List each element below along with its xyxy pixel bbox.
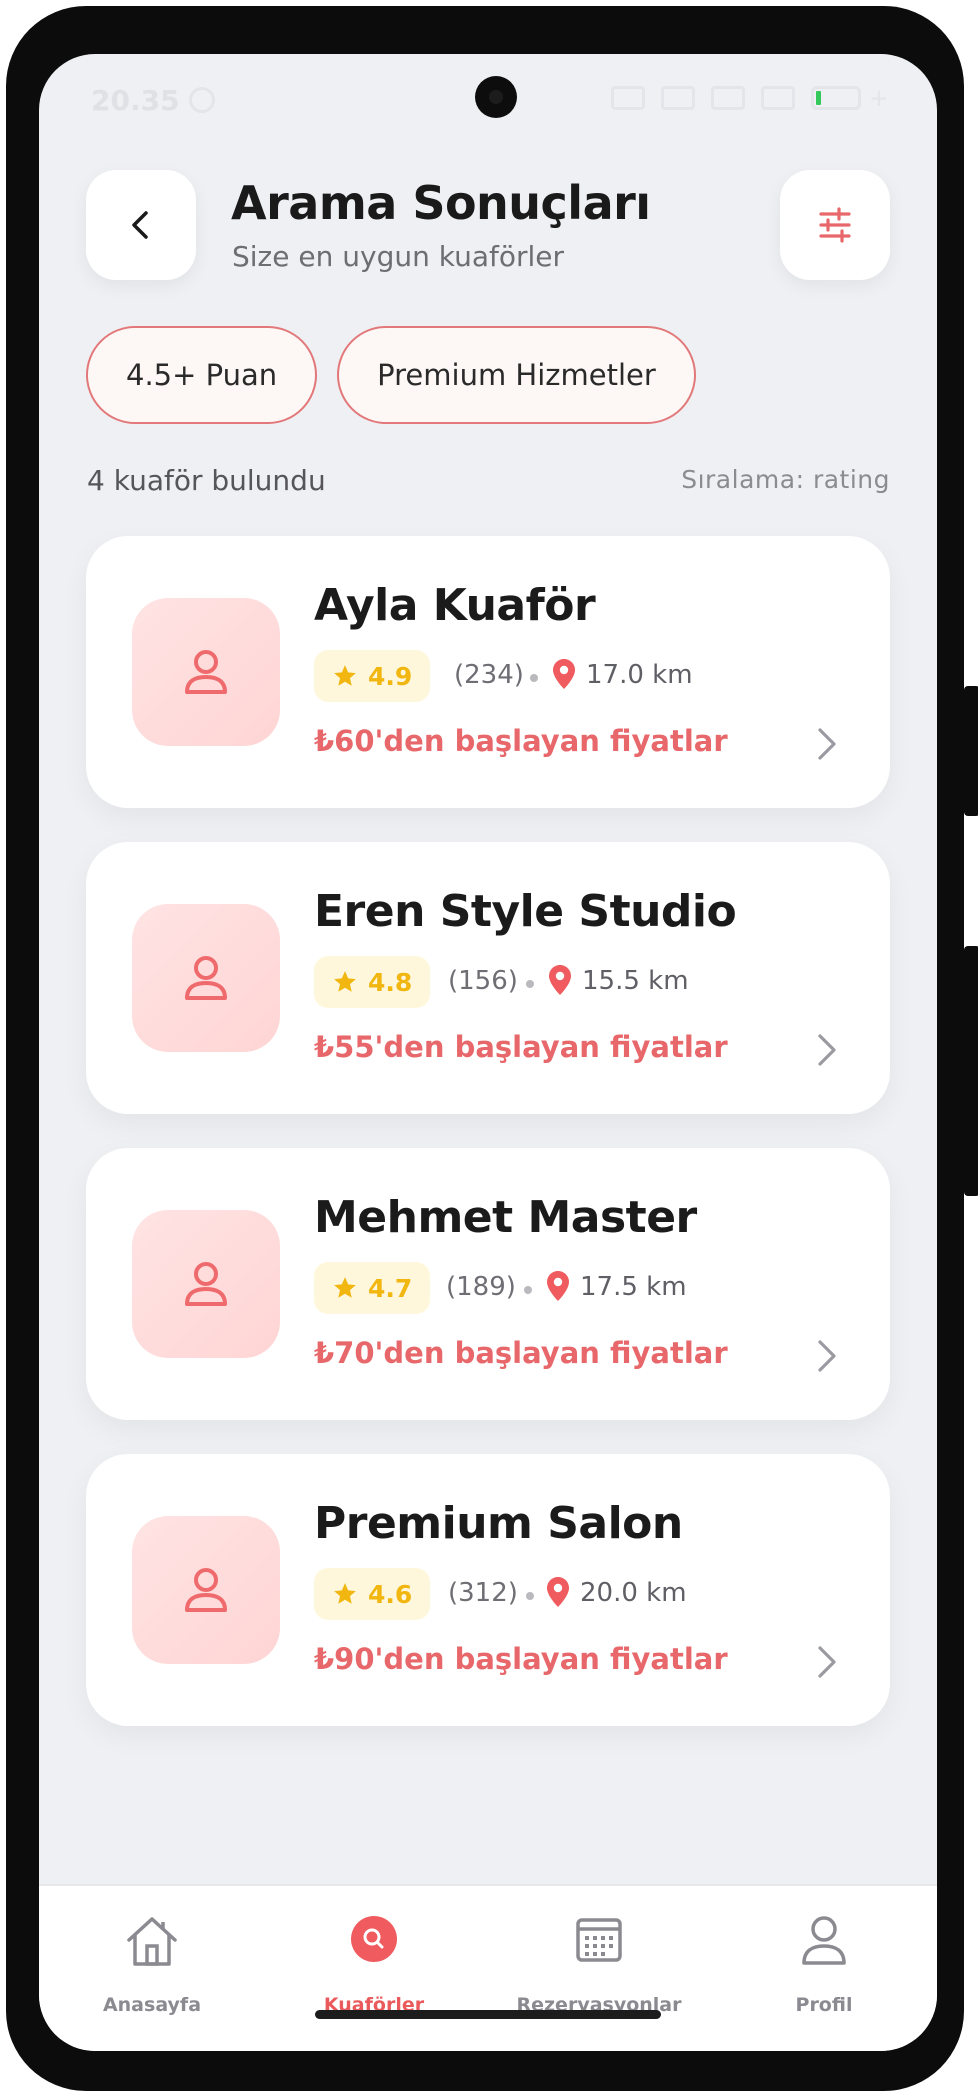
user-icon bbox=[185, 650, 227, 694]
status-icons: + bbox=[610, 84, 889, 112]
search-icon bbox=[351, 1916, 397, 1962]
bottom-nav: Anasayfa Kuaförler Rezervasyonlar Profil bbox=[39, 1884, 937, 2051]
results-count: 4 kuaför bulundu bbox=[87, 464, 326, 497]
price-text: ₺60'den başlayan fiyatlar bbox=[314, 724, 728, 758]
volume-button bbox=[964, 686, 978, 816]
salon-name: Premium Salon bbox=[314, 1498, 683, 1549]
avatar bbox=[132, 1516, 280, 1664]
wifi-icon bbox=[760, 86, 795, 110]
nfc-icon bbox=[610, 86, 645, 110]
rating-value: 4.6 bbox=[368, 1579, 413, 1609]
chevron-right-icon bbox=[818, 1034, 836, 1066]
battery-icon bbox=[810, 86, 861, 110]
nav-label: Anasayfa bbox=[102, 1994, 202, 2016]
sliders-icon bbox=[819, 207, 851, 243]
separator-dot bbox=[526, 1592, 534, 1600]
nav-label: Profil bbox=[795, 1994, 853, 2016]
price-text: ₺90'den başlayan fiyatlar bbox=[314, 1642, 728, 1676]
calendar-icon bbox=[576, 1918, 622, 1962]
star-icon bbox=[334, 1277, 356, 1298]
location-pin-icon bbox=[547, 1271, 569, 1301]
star-icon bbox=[334, 1583, 356, 1604]
separator-dot bbox=[530, 674, 538, 682]
review-count: (189) bbox=[446, 1272, 516, 1302]
star-icon bbox=[334, 971, 356, 992]
review-count: (234) bbox=[454, 660, 524, 690]
signal-icon bbox=[710, 86, 745, 110]
chevron-right-icon bbox=[818, 1340, 836, 1372]
location-pin-icon bbox=[549, 965, 571, 995]
distance: 20.0 km bbox=[580, 1578, 687, 1608]
star-icon bbox=[334, 665, 356, 686]
page-subtitle: Size en uygun kuaförler bbox=[232, 240, 565, 273]
filter-chips: 4.5+ Puan Premium Hizmetler bbox=[86, 326, 696, 424]
phone-frame: 20.35 + Arama Sonuçları Size en uygun ku… bbox=[6, 6, 978, 2091]
chip-rating[interactable]: 4.5+ Puan bbox=[86, 326, 318, 424]
chevron-right-icon bbox=[818, 1646, 836, 1678]
status-time: 20.35 bbox=[91, 84, 180, 117]
price-text: ₺55'den başlayan fiyatlar bbox=[314, 1030, 728, 1064]
mute-icon bbox=[660, 86, 695, 110]
charging-icon: + bbox=[868, 84, 889, 112]
chevron-left-icon bbox=[132, 211, 148, 239]
avatar bbox=[132, 598, 280, 746]
notification-icon bbox=[189, 87, 215, 113]
rating-badge: 4.8 bbox=[314, 956, 431, 1008]
user-icon bbox=[185, 1568, 227, 1612]
front-camera bbox=[475, 76, 517, 118]
salon-name: Ayla Kuaför bbox=[314, 580, 596, 631]
separator-dot bbox=[524, 1286, 532, 1294]
back-button[interactable] bbox=[86, 170, 196, 280]
user-icon bbox=[185, 1262, 227, 1306]
rating-badge: 4.6 bbox=[314, 1568, 431, 1620]
rating-badge: 4.9 bbox=[314, 650, 431, 702]
rating-badge: 4.7 bbox=[314, 1262, 431, 1314]
salon-card[interactable]: Premium Salon 4.6 (312) 20.0 km ₺90'den … bbox=[86, 1454, 890, 1726]
distance: 15.5 km bbox=[582, 966, 689, 996]
price-text: ₺70'den başlayan fiyatlar bbox=[314, 1336, 728, 1370]
distance: 17.0 km bbox=[586, 660, 693, 690]
rating-value: 4.9 bbox=[368, 661, 413, 691]
avatar bbox=[132, 1210, 280, 1358]
separator-dot bbox=[526, 980, 534, 988]
power-button bbox=[964, 946, 978, 1196]
nav-rezervasyonlar[interactable]: Rezervasyonlar bbox=[499, 1886, 699, 2026]
status-bar: 20.35 + bbox=[39, 54, 937, 150]
user-icon bbox=[802, 1916, 846, 1965]
nav-home[interactable]: Anasayfa bbox=[52, 1886, 252, 2026]
app-screen: 20.35 + Arama Sonuçları Size en uygun ku… bbox=[39, 54, 937, 2051]
location-pin-icon bbox=[547, 1577, 569, 1607]
review-count: (312) bbox=[448, 1578, 518, 1608]
home-indicator[interactable] bbox=[315, 2010, 661, 2019]
review-count: (156) bbox=[448, 966, 518, 996]
salon-card[interactable]: Eren Style Studio 4.8 (156) 15.5 km ₺55'… bbox=[86, 842, 890, 1114]
sort-label[interactable]: Sıralama: rating bbox=[681, 465, 890, 494]
salon-card[interactable]: Mehmet Master 4.7 (189) 17.5 km ₺70'den … bbox=[86, 1148, 890, 1420]
home-icon bbox=[127, 1917, 177, 1966]
salon-name: Eren Style Studio bbox=[314, 886, 737, 937]
rating-value: 4.8 bbox=[368, 967, 413, 997]
nav-kuaforler[interactable]: Kuaförler bbox=[274, 1886, 474, 2026]
page-title: Arama Sonuçları bbox=[231, 176, 651, 230]
avatar bbox=[132, 904, 280, 1052]
rating-value: 4.7 bbox=[368, 1273, 413, 1303]
user-icon bbox=[185, 956, 227, 1000]
location-pin-icon bbox=[553, 659, 575, 689]
salon-name: Mehmet Master bbox=[314, 1192, 697, 1243]
chip-premium[interactable]: Premium Hizmetler bbox=[337, 326, 696, 424]
chevron-right-icon bbox=[818, 728, 836, 760]
filter-button[interactable] bbox=[780, 170, 890, 280]
distance: 17.5 km bbox=[580, 1272, 687, 1302]
nav-profil[interactable]: Profil bbox=[724, 1886, 924, 2026]
salon-card[interactable]: Ayla Kuaför 4.9 (234) 17.0 km ₺60'den ba… bbox=[86, 536, 890, 808]
